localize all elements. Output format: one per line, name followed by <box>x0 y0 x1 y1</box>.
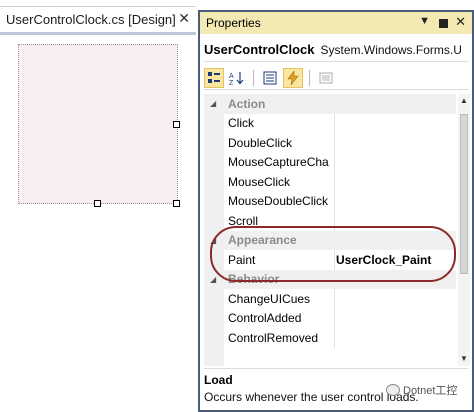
scroll-up-icon[interactable]: ▲ <box>459 96 469 106</box>
event-row[interactable]: DoubleClick <box>204 133 456 153</box>
event-row[interactable]: MouseClick <box>204 172 456 192</box>
event-name: MouseDoubleClick <box>228 194 329 209</box>
scroll-down-icon[interactable]: ▼ <box>459 354 469 364</box>
event-row[interactable]: Paint UserClock_Paint <box>204 250 456 270</box>
lightning-icon[interactable] <box>283 67 303 88</box>
event-handler-value[interactable]: UserClock_Paint <box>336 253 454 267</box>
design-surface[interactable] <box>0 32 196 412</box>
category-row[interactable]: ◢ Action <box>204 94 456 114</box>
object-selector[interactable]: UserControlClock System.Windows.Forms.U <box>204 38 468 62</box>
event-row[interactable]: ChangeUICues <box>204 289 456 309</box>
expand-arrow-icon[interactable]: ◢ <box>210 99 216 108</box>
column-divider[interactable] <box>334 191 335 211</box>
event-name: Paint <box>228 252 256 267</box>
svg-text:Z: Z <box>229 80 234 85</box>
column-divider[interactable] <box>334 328 335 348</box>
event-row[interactable]: MouseDoubleClick <box>204 191 456 211</box>
wechat-icon <box>386 384 400 396</box>
categorized-icon[interactable] <box>204 67 224 88</box>
column-divider[interactable] <box>334 308 335 328</box>
designer-tab-title: UserControlClock.cs [Design] <box>6 12 176 27</box>
design-surface-strip <box>0 32 196 35</box>
resize-handle-right[interactable] <box>173 121 180 128</box>
category-row[interactable]: ◢ Behavior <box>204 269 456 289</box>
dropdown-icon[interactable]: ▼ <box>419 15 430 27</box>
column-divider[interactable] <box>334 133 335 153</box>
column-divider[interactable] <box>334 250 335 270</box>
watermark: Dotnet工控 <box>386 382 457 398</box>
column-divider[interactable] <box>334 113 335 133</box>
event-row[interactable]: ControlAdded <box>204 308 456 328</box>
toolbar-separator <box>309 69 310 86</box>
properties-titlebar[interactable]: Properties ▼ ✕ <box>200 12 472 34</box>
alphabetical-icon[interactable]: AZ <box>227 68 247 88</box>
toolbar-separator <box>253 69 254 86</box>
object-name: UserControlClock <box>204 42 315 57</box>
maximize-icon[interactable] <box>439 19 448 28</box>
property-pages-icon[interactable] <box>316 68 336 88</box>
event-name: Scroll <box>228 213 259 228</box>
properties-body: UserControlClock System.Windows.Forms.U … <box>200 34 472 410</box>
event-row[interactable]: ControlRemoved <box>204 328 456 348</box>
scroll-thumb[interactable] <box>460 114 468 274</box>
user-control-canvas[interactable] <box>18 44 178 204</box>
properties-toolbar: AZ <box>204 66 468 90</box>
event-name: MouseClick <box>228 174 291 189</box>
expand-arrow-icon[interactable]: ◢ <box>210 236 216 245</box>
column-divider[interactable] <box>334 211 335 231</box>
properties-window: Properties ▼ ✕ UserControlClock System.W… <box>198 10 474 412</box>
properties-icon[interactable] <box>260 68 280 88</box>
resize-handle-corner[interactable] <box>173 200 180 207</box>
event-name: ControlRemoved <box>228 330 319 345</box>
resize-handle-bottom[interactable] <box>94 200 101 207</box>
column-divider[interactable] <box>334 152 335 172</box>
watermark-text: Dotnet工控 <box>403 385 458 397</box>
event-name: MouseCaptureCha <box>228 155 329 170</box>
category-row[interactable]: ◢ Appearance <box>204 230 456 250</box>
event-name: ControlAdded <box>228 311 302 326</box>
vertical-scrollbar[interactable]: ▲ ▼ <box>458 94 470 366</box>
property-grid: ◢ Action Click DoubleClick MouseCaptureCha Mo… <box>204 94 456 366</box>
category-name: Action <box>228 96 266 111</box>
svg-text:A: A <box>229 73 234 80</box>
event-row[interactable]: MouseCaptureCha <box>204 152 456 172</box>
column-divider[interactable] <box>334 289 335 309</box>
category-name: Behavior <box>228 272 280 287</box>
event-row[interactable]: Click <box>204 113 456 133</box>
event-row[interactable]: Scroll <box>204 211 456 231</box>
event-name: ChangeUICues <box>228 291 311 306</box>
designer-tab[interactable]: UserControlClock.cs [Design] ✕ <box>0 6 196 32</box>
category-name: Appearance <box>228 233 297 248</box>
close-icon[interactable]: ✕ <box>178 10 190 27</box>
event-name: DoubleClick <box>228 135 293 150</box>
event-name: Click <box>228 116 254 131</box>
object-type: System.Windows.Forms.U <box>320 42 462 57</box>
close-icon[interactable]: ✕ <box>455 14 466 30</box>
properties-title: Properties <box>206 16 261 30</box>
column-divider[interactable] <box>334 172 335 192</box>
expand-arrow-icon[interactable]: ◢ <box>210 275 216 284</box>
